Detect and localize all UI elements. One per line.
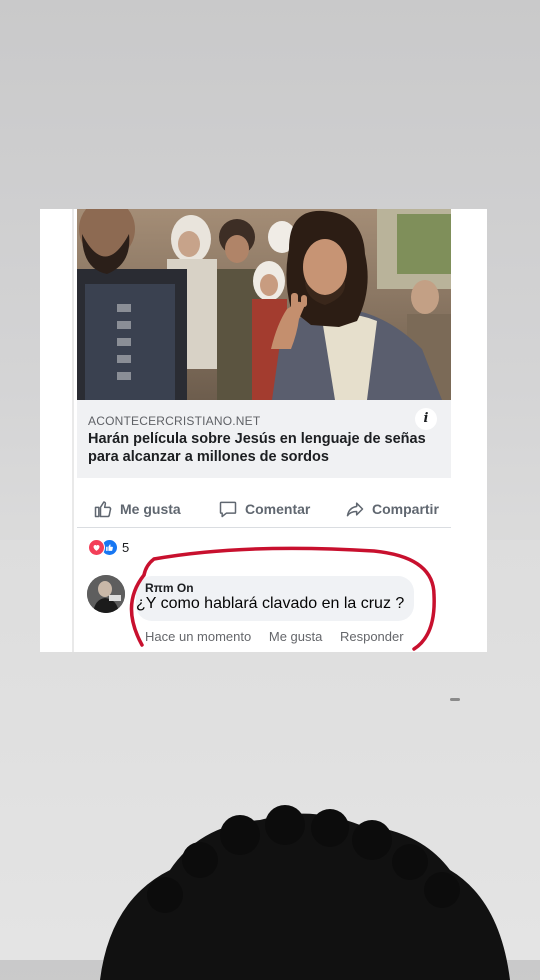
- red-marker-circle: [129, 546, 436, 651]
- facebook-post-screenshot: ACONTECERCRISTIANO.NET Harán película so…: [40, 209, 487, 652]
- comment-button[interactable]: Comentar: [218, 498, 310, 520]
- link-preview[interactable]: ACONTECERCRISTIANO.NET Harán película so…: [77, 400, 451, 478]
- post-action-bar: Me gusta Comentar Compartir: [77, 492, 451, 526]
- info-icon[interactable]: i: [415, 408, 437, 430]
- divider: [77, 527, 451, 528]
- share-button[interactable]: Compartir: [345, 498, 439, 520]
- comment-icon: [219, 501, 237, 518]
- feed-edge: [72, 209, 74, 652]
- thumbs-up-icon: [94, 501, 112, 518]
- link-headline[interactable]: Harán película sobre Jesús en lenguaje d…: [88, 430, 433, 466]
- commenter-avatar[interactable]: [87, 575, 125, 613]
- like-button[interactable]: Me gusta: [93, 498, 181, 520]
- share-icon: [346, 502, 364, 517]
- love-icon: [88, 539, 105, 556]
- wall-mark: [450, 698, 460, 701]
- share-label: Compartir: [372, 501, 439, 517]
- link-domain: ACONTECERCRISTIANO.NET: [88, 414, 261, 428]
- post-image-illustration: [77, 209, 451, 400]
- like-label: Me gusta: [120, 501, 181, 517]
- person-head-silhouette: [100, 805, 510, 980]
- avatar-photo: [87, 575, 125, 613]
- comment-label: Comentar: [245, 501, 311, 517]
- post-image[interactable]: [77, 209, 451, 400]
